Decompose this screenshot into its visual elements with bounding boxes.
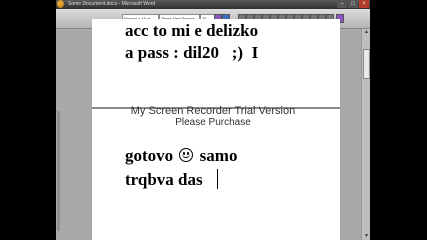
watermark-line-2: Please Purchase <box>175 116 251 128</box>
page2-line-1-end: samo <box>195 146 238 165</box>
close-button[interactable]: × <box>359 0 369 8</box>
scroll-up-icon[interactable]: ▲ <box>363 29 370 36</box>
smiley-icon <box>179 148 194 162</box>
vertical-scrollbar[interactable]: ▲ ▼ <box>361 29 370 240</box>
minimize-button[interactable]: – <box>337 0 347 8</box>
scroll-thumb[interactable] <box>363 49 370 79</box>
page2-line-1: gotovo samo <box>125 147 237 164</box>
page1-line-1: acc to mi e delizko <box>125 21 259 40</box>
office-button-icon[interactable] <box>57 0 64 8</box>
page2-line-1-start: gotovo <box>125 146 178 165</box>
watermark-line-1: My Screen Recorder Trial Version <box>130 105 296 117</box>
scroll-down-icon[interactable]: ▼ <box>363 233 370 240</box>
maximize-button[interactable]: □ <box>348 0 358 8</box>
page2-line-2: trqbva das <box>125 170 203 189</box>
left-ruler <box>57 111 60 231</box>
page1-line-2: a pass : dil20 ;) I <box>125 43 259 62</box>
window-controls: – □ × <box>337 0 369 8</box>
text-cursor <box>217 169 218 189</box>
window-title: Some Document.docx - Microsoft Word <box>68 1 156 7</box>
title-bar: Some Document.docx - Microsoft Word – □ … <box>56 0 370 9</box>
recorder-watermark: My Screen Recorder Trial Version Please … <box>56 105 370 128</box>
